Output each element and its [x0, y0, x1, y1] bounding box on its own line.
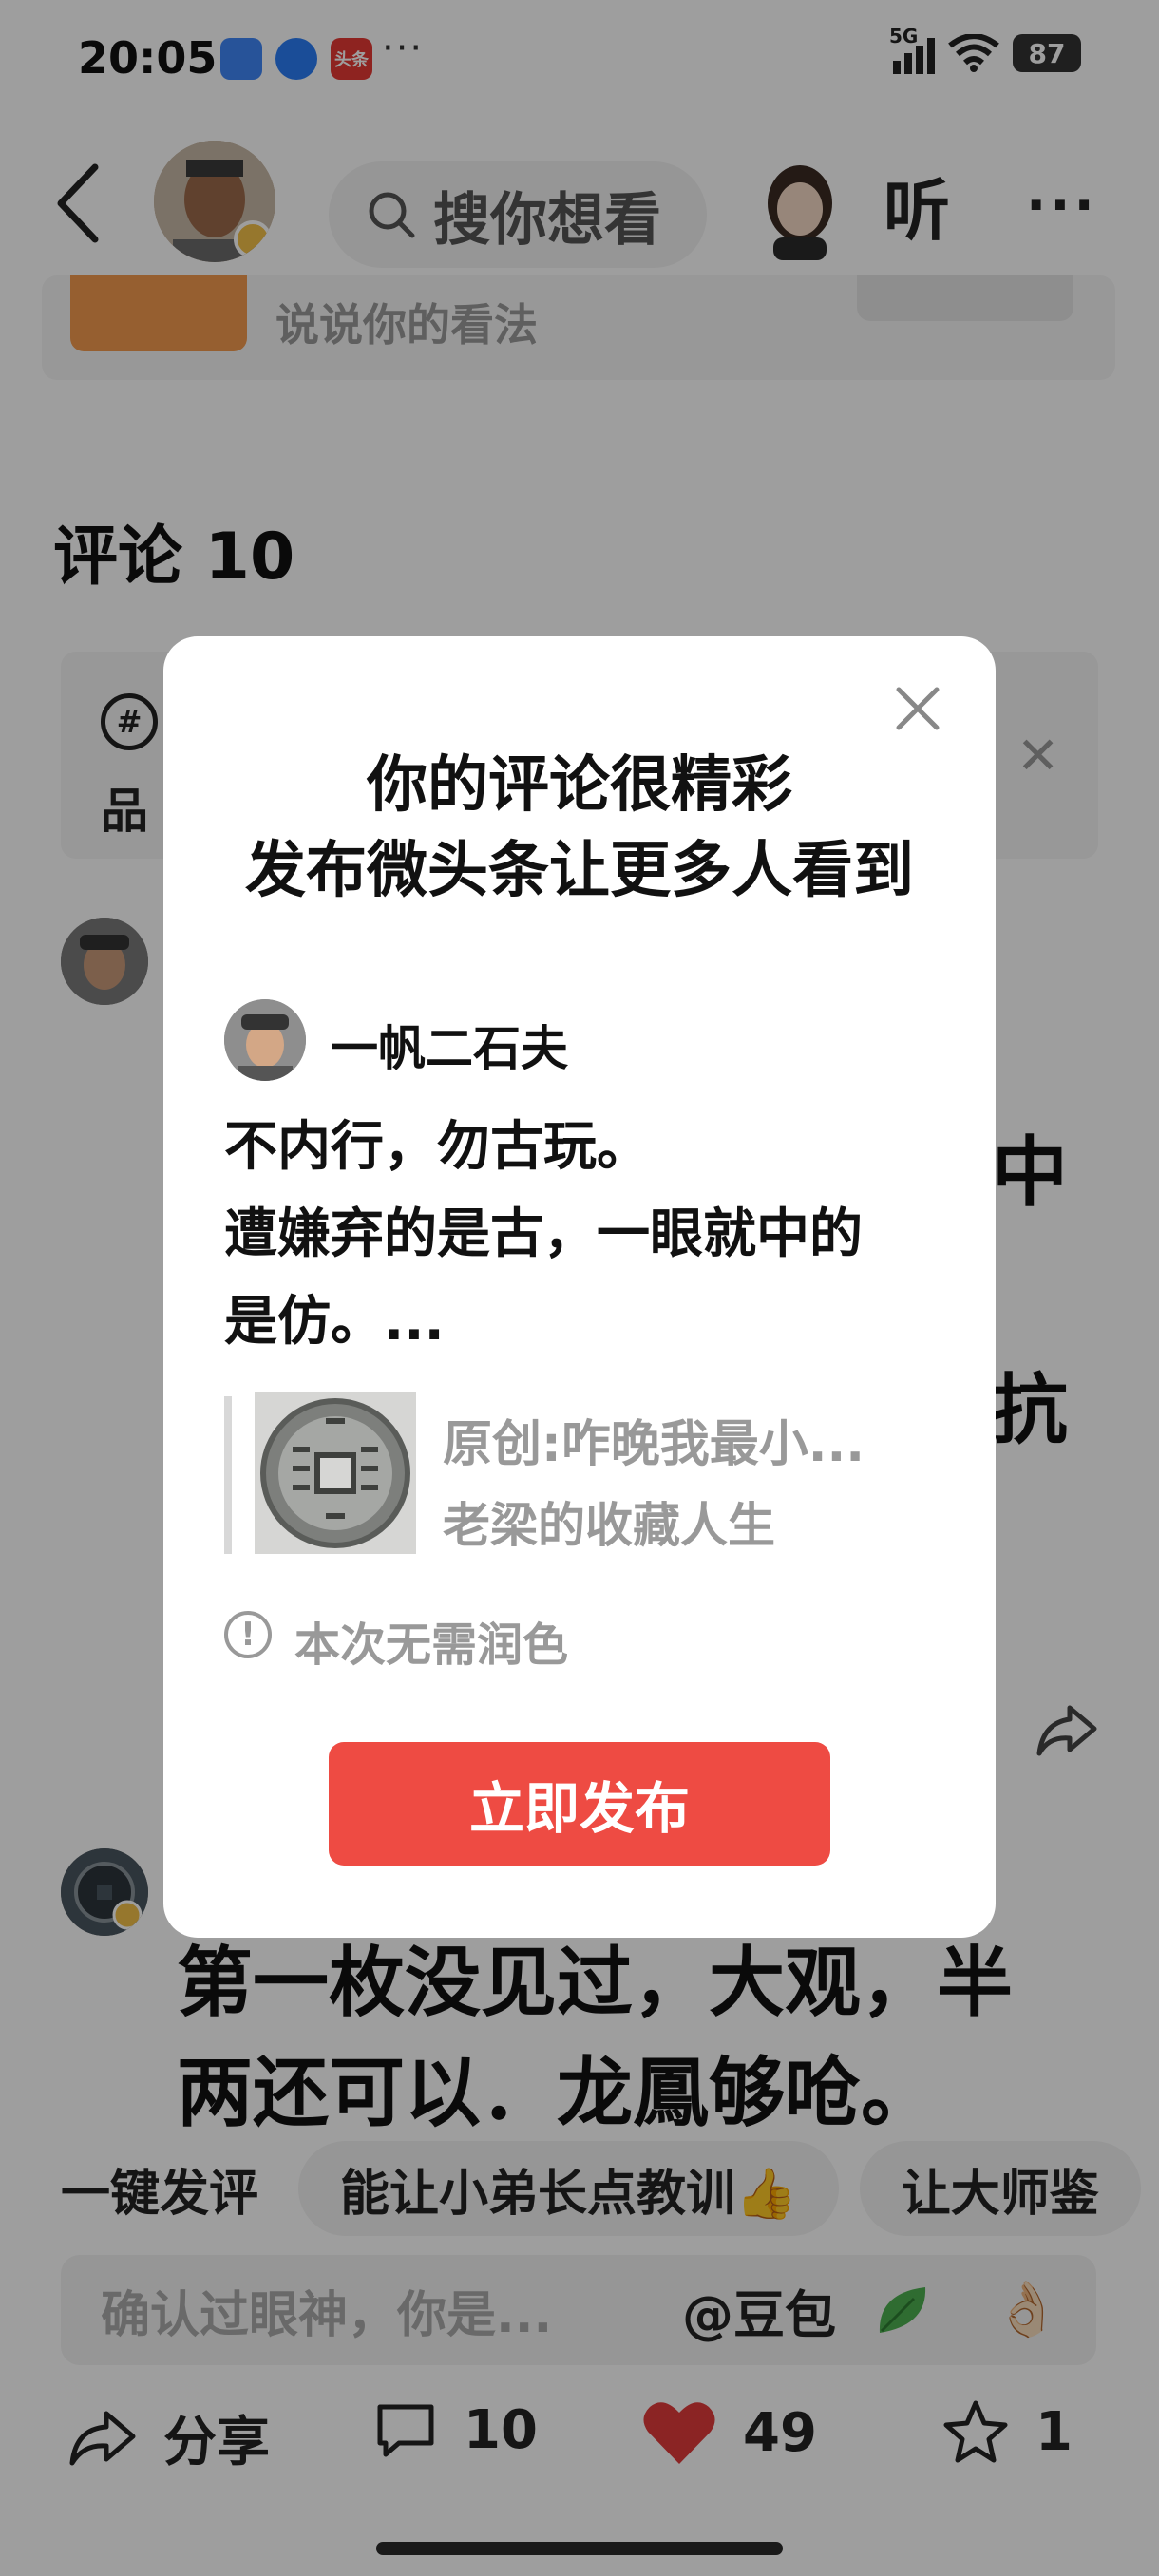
username: 一帆二石夫	[331, 1021, 568, 1076]
comment-preview-line: 遭嫌弃的是古，一眼就中的	[224, 1203, 863, 1265]
quoted-article-title: 原创:咋晚我最小...	[443, 1416, 865, 1473]
polish-hint: 本次无需润色	[294, 1619, 569, 1672]
close-icon[interactable]	[893, 684, 942, 733]
info-icon: !	[224, 1611, 272, 1658]
comment-preview-line: 是仿。...	[224, 1291, 445, 1353]
dialog-title-line: 发布微头条让更多人看到	[245, 836, 914, 906]
comment-preview-line: 不内行，勿古玩。	[224, 1116, 650, 1178]
dialog-title-line: 你的评论很精彩	[367, 750, 792, 821]
article-thumbnail-coin	[255, 1392, 416, 1554]
user-avatar	[224, 999, 306, 1081]
dialog-title: 你的评论很精彩 发布微头条让更多人看到	[163, 743, 996, 914]
publish-prompt-dialog: 你的评论很精彩 发布微头条让更多人看到 一帆二石夫 不内行，勿古玩。 遭嫌弃的是…	[163, 636, 996, 1938]
publish-now-button[interactable]: 立即发布	[329, 1742, 830, 1866]
quoted-article-author: 老梁的收藏人生	[443, 1498, 775, 1553]
quote-bar	[224, 1396, 232, 1554]
comment-preview: 不内行，勿古玩。 遭嫌弃的是古，一眼就中的 是仿。...	[224, 1104, 946, 1366]
